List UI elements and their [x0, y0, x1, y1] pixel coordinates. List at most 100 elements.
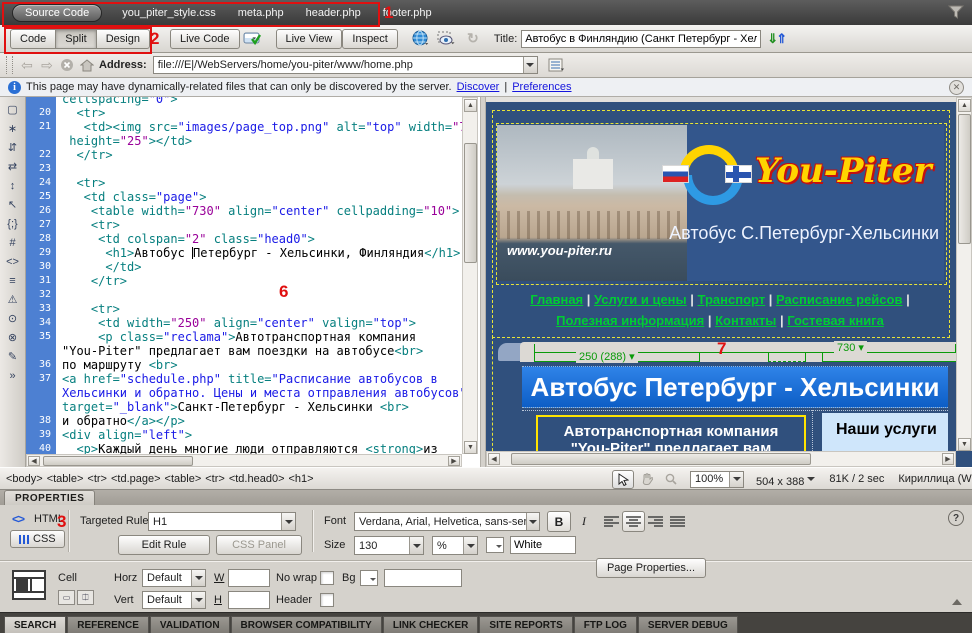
menu-link[interactable]: Полезная информация — [556, 313, 704, 328]
design-hscrollbar[interactable]: ◀ ▶ — [486, 451, 956, 467]
tag-selector-item[interactable]: <tr> — [87, 473, 107, 485]
close-info-bar-icon[interactable]: ✕ — [949, 80, 964, 95]
live-view-options-icon[interactable] — [242, 30, 264, 48]
header-checkbox[interactable] — [320, 593, 334, 607]
code-line[interactable]: 37<a href="schedule.php" title="Расписан… — [26, 372, 462, 386]
font-combo[interactable]: Verdana, Arial, Helvetica, sans-serif — [354, 512, 540, 531]
page-properties-button[interactable]: Page Properties... — [596, 558, 706, 578]
css-mode-button[interactable]: CSS — [10, 530, 65, 548]
stop-icon[interactable] — [58, 56, 76, 74]
align-left-icon[interactable] — [600, 511, 623, 532]
menu-link[interactable]: Транспорт — [698, 292, 766, 307]
remove-comment-icon[interactable]: ⊗ — [3, 328, 23, 347]
design-vscrollbar[interactable]: ▲ ▼ — [956, 97, 972, 451]
collapse-selection-icon[interactable]: ⇄ — [3, 157, 23, 176]
merge-cells-icon[interactable]: ▭ — [58, 590, 75, 605]
code-line[interactable]: 26 <table width="730" align="center" cel… — [26, 204, 462, 218]
code-line[interactable]: 25 <td class="page"> — [26, 190, 462, 204]
results-tab-link-checker[interactable]: LINK CHECKER — [383, 616, 479, 633]
address-combo[interactable]: file:///E|/WebServers/home/you-piter/www… — [153, 56, 538, 74]
code-line[interactable]: 22 </tr> — [26, 148, 462, 162]
address-value[interactable]: file:///E|/WebServers/home/you-piter/www… — [154, 59, 417, 71]
syntax-error-alerts-icon[interactable]: ⚠ — [3, 290, 23, 309]
edit-snippet-icon[interactable]: ✎ — [3, 347, 23, 366]
filter-related-files-icon[interactable] — [948, 5, 964, 19]
edit-rule-button[interactable]: Edit Rule — [118, 535, 210, 555]
forward-icon[interactable]: ⇨ — [38, 56, 56, 74]
unit-combo[interactable]: % — [432, 536, 478, 555]
live-view-button[interactable]: Live View — [276, 29, 343, 49]
tag-selector-item[interactable]: <body> — [6, 473, 43, 485]
code-line[interactable]: 36по маршруту <br> — [26, 358, 462, 372]
scroll-right-icon[interactable]: ▶ — [942, 453, 954, 465]
tag-selector-item[interactable]: <td.head0> — [229, 473, 285, 485]
code-line[interactable]: 30 </td> — [26, 260, 462, 274]
bold-button[interactable]: B — [547, 511, 571, 532]
zoom-level-combo[interactable]: 100% — [690, 471, 744, 488]
italic-button[interactable]: I — [572, 511, 596, 532]
select-parent-tag-icon[interactable]: ↖ — [3, 195, 23, 214]
bg-color-swatch[interactable] — [360, 570, 378, 586]
apply-comment-icon[interactable]: ⊙ — [3, 309, 23, 328]
menu-link[interactable]: Гостевая книга — [787, 313, 884, 328]
discover-link[interactable]: Discover — [457, 81, 500, 93]
align-right-icon[interactable] — [644, 511, 667, 532]
code-line[interactable]: 24 <tr> — [26, 176, 462, 190]
ruler-250[interactable]: 250 (288) ▾ — [534, 353, 700, 362]
related-file-tab[interactable]: you_piter_style.css — [122, 7, 216, 19]
page-h1[interactable]: Автобус Петербург - Хельсинки — [531, 372, 940, 403]
bg-color-input[interactable] — [384, 569, 462, 587]
page-heading-banner[interactable]: Автобус Петербург - Хельсинки — [522, 366, 948, 408]
scroll-up-icon[interactable]: ▲ — [464, 99, 477, 112]
zoom-tool-icon[interactable] — [660, 470, 682, 489]
code-line[interactable]: 39<div align="left"> — [26, 428, 462, 442]
hand-tool-icon[interactable] — [636, 470, 658, 489]
dropdown-arrow-icon[interactable] — [523, 57, 537, 73]
scroll-left-icon[interactable]: ◀ — [28, 456, 40, 466]
scroll-up-icon[interactable]: ▲ — [958, 99, 971, 112]
visual-aids-icon[interactable] — [436, 30, 458, 48]
horz-combo[interactable]: Default — [142, 569, 206, 587]
code-view-pane[interactable]: ▢∗⇵⇄↕↖{;}#<>≡⚠⊙⊗✎» cellspacing="0">20 <t… — [0, 97, 480, 467]
properties-tab[interactable]: PROPERTIES — [4, 490, 95, 505]
dropdown-arrow-icon[interactable] — [463, 537, 477, 554]
code-line[interactable]: 33 <tr> — [26, 302, 462, 316]
code-line[interactable]: 29 <h1>Автобус Петербург - Хельсинки, Фи… — [26, 246, 462, 260]
expand-all-icon[interactable]: ↕ — [3, 176, 23, 195]
related-file-tab[interactable]: meta.php — [238, 7, 284, 19]
code-editor[interactable]: cellspacing="0">20 <tr>21 <td><img src="… — [26, 97, 462, 454]
dropdown-arrow-icon[interactable] — [729, 472, 743, 487]
code-hscrollbar[interactable]: ◀ ▶ — [26, 454, 462, 467]
menu-link[interactable]: Услуги и цены — [594, 292, 687, 307]
select-tool-icon[interactable] — [612, 470, 634, 489]
css-panel-button[interactable]: CSS Panel — [216, 535, 302, 555]
scroll-right-icon[interactable]: ▶ — [448, 456, 460, 466]
back-icon[interactable]: ⇦ — [18, 56, 36, 74]
split-cell-icon[interactable]: ⎅ — [77, 590, 94, 605]
refresh-icon[interactable]: ↻ — [462, 30, 484, 48]
code-line[interactable]: 27 <tr> — [26, 218, 462, 232]
html-mode-icon[interactable]: <> — [12, 512, 24, 526]
tag-selector-item[interactable]: <table> — [47, 473, 84, 485]
help-icon[interactable]: ? — [948, 510, 964, 526]
code-line[interactable]: 34 <td width="250" align="center" valign… — [26, 316, 462, 330]
line-numbers-icon[interactable]: # — [3, 233, 23, 252]
collapse-panel-icon[interactable] — [952, 594, 962, 605]
split-view-button[interactable]: Split — [55, 29, 96, 49]
code-line[interactable]: target="_blank">Санкт-Петербург - Хельси… — [26, 400, 462, 414]
code-line[interactable]: 35 <p class="reclama">Автотранспортная к… — [26, 330, 462, 344]
dropdown-arrow-icon[interactable] — [191, 592, 205, 608]
design-vscroll-thumb[interactable] — [958, 114, 971, 244]
code-line[interactable]: 32 — [26, 288, 462, 302]
results-tab-server-debug[interactable]: SERVER DEBUG — [638, 616, 738, 633]
highlight-invalid-code-icon[interactable]: <> — [3, 252, 23, 271]
tag-selector-item[interactable]: <table> — [165, 473, 202, 485]
dropdown-arrow-icon[interactable] — [281, 513, 295, 530]
html-mode-label[interactable]: HTML — [34, 513, 64, 525]
more-chevron-icon[interactable]: » — [3, 366, 23, 385]
vert-combo[interactable]: Default — [142, 591, 206, 609]
code-line[interactable]: 38и обратно</a></p> — [26, 414, 462, 428]
results-tab-site-reports[interactable]: SITE REPORTS — [479, 616, 572, 633]
file-transfer-icon[interactable]: ⇓⇑ — [767, 31, 785, 47]
code-vscroll-thumb[interactable] — [464, 143, 477, 263]
